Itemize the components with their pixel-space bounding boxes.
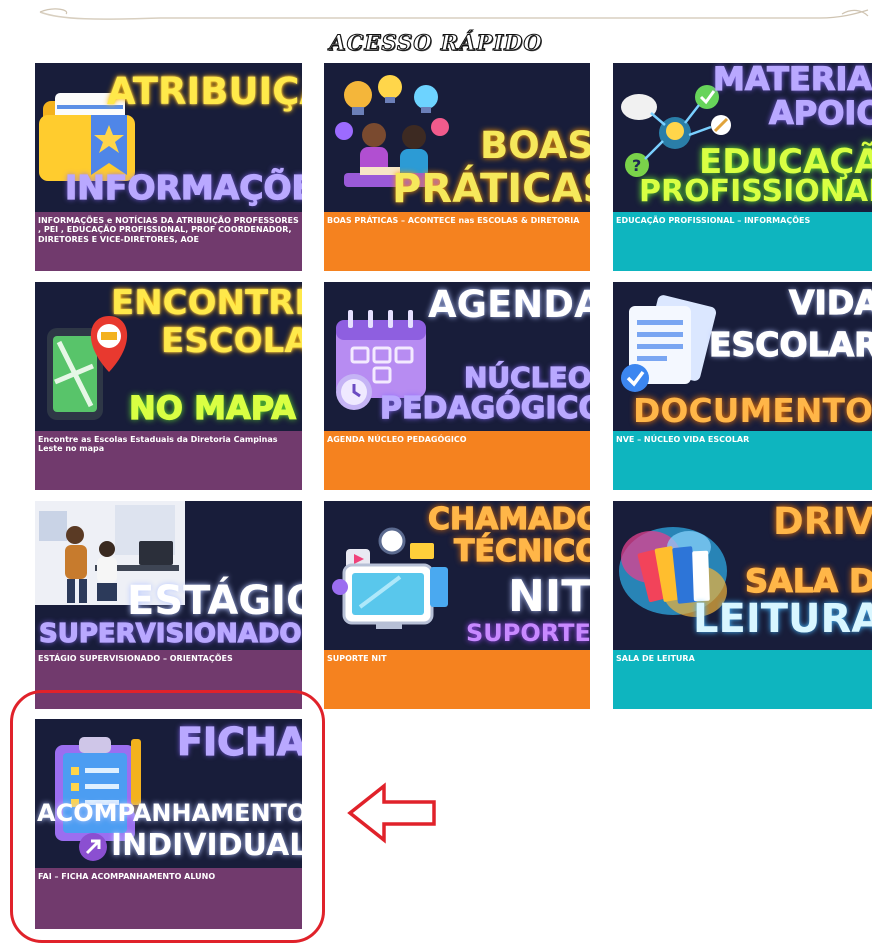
card-agenda[interactable]: AGENDA NÚCLEO PEDAGÓGICO AGENDA NÚCLEO P… [324,282,590,490]
card-caption: NVE – NÚCLEO VIDA ESCOLAR [613,431,872,490]
card-image: ESTÁGIO SUPERVISIONADO [35,501,302,650]
card-title: DRIVE [773,501,872,543]
card-title: ENCONTRE [111,283,302,323]
card-subtitle: PRÁTICAS [392,166,590,212]
card-title: BOAS [480,124,590,167]
svg-text:?: ? [632,156,641,175]
card-image: ENCONTRE ESCOLA NO MAPA [35,282,302,431]
card-image: DRIVE SALA DE LEITURA [613,501,872,650]
card-image: AGENDA NÚCLEO PEDAGÓGICO [324,282,590,431]
card-estagio[interactable]: ESTÁGIO SUPERVISIONADO ESTÁGIO SUPERVISI… [35,501,302,709]
card-caption: EDUCAÇÃO PROFISSIONAL – INFORMAÇÕES [613,212,872,271]
card-subtitle: NÚCLEO [463,361,590,394]
card-subtitle: ESCOLA [161,321,302,361]
card-encontre-escola[interactable]: ENCONTRE ESCOLA NO MAPA Encontre as Esco… [35,282,302,490]
card-subtitle: TÉCNICO [453,534,590,569]
card-vida-escolar[interactable]: VIDA ESCOLAR DOCUMENTOS NVE – NÚCLEO VID… [613,282,872,490]
card-image: BOAS PRÁTICAS [324,63,590,212]
card-boas-praticas[interactable]: BOAS PRÁTICAS BOAS PRÁTICAS – ACONTECE n… [324,63,590,271]
arrow-left-icon [347,782,436,844]
card-image: VIDA ESCOLAR DOCUMENTOS [613,282,872,431]
card-image: ATRIBUIÇÃO INFORMAÇÕES [35,63,302,212]
card-title: MATERIAL [712,63,872,98]
card-title-line3: DOCUMENTOS [633,391,872,430]
card-caption: BOAS PRÁTICAS – ACONTECE nas ESCOLAS & D… [324,212,590,271]
monitor-support-icon [332,527,448,629]
card-title-line3: LEITURA [693,596,872,642]
card-caption: SUPORTE NIT [324,650,590,709]
card-subtitle: SALA DE [744,562,872,600]
card-title: ATRIBUIÇÃO [107,70,302,113]
card-subtitle: APOIO [768,94,872,132]
highlight-outline [10,690,325,943]
card-atribuicao[interactable]: ATRIBUIÇÃO INFORMAÇÕES INFORMAÇÕES e NOT… [35,63,302,271]
card-subtitle: ESCOLAR [708,325,872,364]
card-drive-sala-leitura[interactable]: DRIVE SALA DE LEITURA SALA DE LEITURA [613,501,872,709]
card-caption: SALA DE LEITURA [613,650,872,709]
card-title-line3: NO MAPA [128,389,297,427]
card-title: CHAMADO [427,502,590,537]
card-title-line4: SUPORTE [466,619,590,647]
card-title: AGENDA [428,283,590,326]
card-subtitle: SUPERVISIONADO [38,619,302,649]
card-image: ? MATERIAL APOIO EDUCAÇÃO PROFISSIONAL [613,63,872,212]
card-caption: Encontre as Escolas Estaduais da Diretor… [35,431,302,490]
card-caption: AGENDA NÚCLEO PEDAGÓGICO [324,431,590,490]
section-title: ACESSO RÁPIDO [329,29,543,55]
card-caption: INFORMAÇÕES e NOTÍCIAS DA ATRIBUIÇÃO PRO… [35,212,302,271]
card-title: ESTÁGIO [127,578,302,624]
card-image: CHAMADO TÉCNICO NIT SUPORTE [324,501,590,650]
decorative-divider [39,8,869,20]
card-material-apoio[interactable]: ? MATERIAL APOIO EDUCAÇÃO PROFISSIONAL E… [613,63,872,271]
card-title-line3: PEDAGÓGICO [379,391,590,426]
card-title-line4: PROFISSIONAL [639,174,872,209]
card-subtitle: INFORMAÇÕES [64,168,302,207]
card-chamado-tecnico[interactable]: CHAMADO TÉCNICO NIT SUPORTE SUPORTE NIT [324,501,590,709]
card-title: VIDA [788,283,872,322]
card-title-line3: NIT [508,571,590,622]
